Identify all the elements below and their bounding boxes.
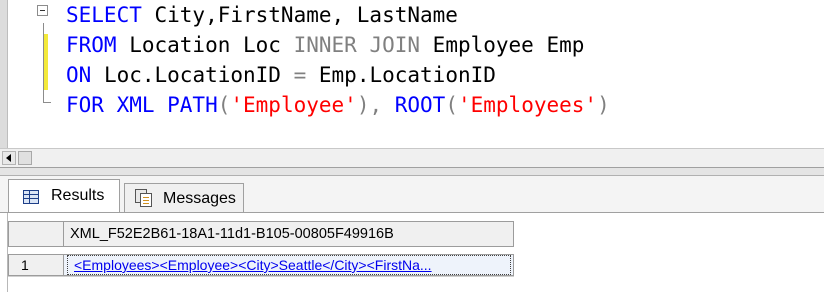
code-token: SELECT (66, 3, 142, 27)
code-token: ROOT (394, 93, 446, 117)
scroll-left-button[interactable] (2, 151, 16, 165)
change-tracking-bar (44, 34, 48, 90)
scroll-thumb[interactable] (18, 151, 32, 165)
code-token: ON (66, 63, 92, 87)
tab-messages-label: Messages (163, 190, 236, 207)
pane-splitter[interactable] (0, 168, 824, 176)
row-header[interactable]: 1 (8, 254, 64, 276)
column-header[interactable]: XML_F52E2B61-18A1-11d1-B105-00805F49916B (64, 221, 514, 247)
code-token: ), (356, 93, 395, 117)
query-editor[interactable]: SELECT City,FirstName, LastName FROM Loca… (0, 0, 824, 148)
code-token: Loc.LocationID (91, 63, 294, 87)
xml-result-link[interactable]: <Employees><Employee><City>Seattle</City… (67, 255, 511, 275)
code-token: FROM (66, 33, 117, 57)
code-token: = (293, 63, 307, 87)
code-token: City,FirstName, LastName (141, 3, 458, 27)
code-token: Employee Emp (420, 33, 585, 57)
grid-icon (23, 190, 39, 204)
code-token: Location Loc (116, 33, 294, 57)
horizontal-scrollbar[interactable] (0, 148, 824, 168)
editor-margin (0, 0, 8, 148)
row-divider (8, 276, 514, 277)
outline-line-end (43, 102, 51, 103)
code-text[interactable]: SELECT City,FirstName, LastName FROM Loca… (66, 0, 610, 120)
code-token: ) (597, 93, 610, 117)
tab-messages[interactable]: Messages (124, 183, 244, 212)
code-token: INNER JOIN (293, 33, 421, 57)
code-token: ( (445, 93, 458, 117)
collapse-region-icon[interactable] (37, 5, 48, 16)
code-token: 'Employees' (457, 93, 598, 117)
code-line[interactable]: SELECT City,FirstName, LastName (66, 0, 610, 30)
code-line[interactable]: FOR XML PATH('Employee'), ROOT('Employee… (66, 90, 610, 120)
code-token: ( (217, 93, 231, 117)
code-line[interactable]: ON Loc.LocationID = Emp.LocationID (66, 60, 610, 90)
code-token: 'Employee' (230, 93, 357, 117)
messages-icon (135, 189, 152, 207)
table-cell[interactable]: <Employees><Employee><City>Seattle</City… (64, 254, 514, 276)
grid-corner-select-all[interactable] (8, 221, 64, 247)
code-token: FOR XML PATH (66, 93, 218, 117)
result-tabs: Results Messages (0, 176, 824, 213)
tab-results-label: Results (51, 187, 105, 204)
tab-results[interactable]: Results (8, 179, 120, 213)
code-line[interactable]: FROM Location Loc INNER JOIN Employee Em… (66, 30, 610, 60)
code-token: Emp.LocationID (306, 63, 496, 87)
results-grid: XML_F52E2B61-18A1-11d1-B105-00805F49916B… (0, 213, 824, 292)
